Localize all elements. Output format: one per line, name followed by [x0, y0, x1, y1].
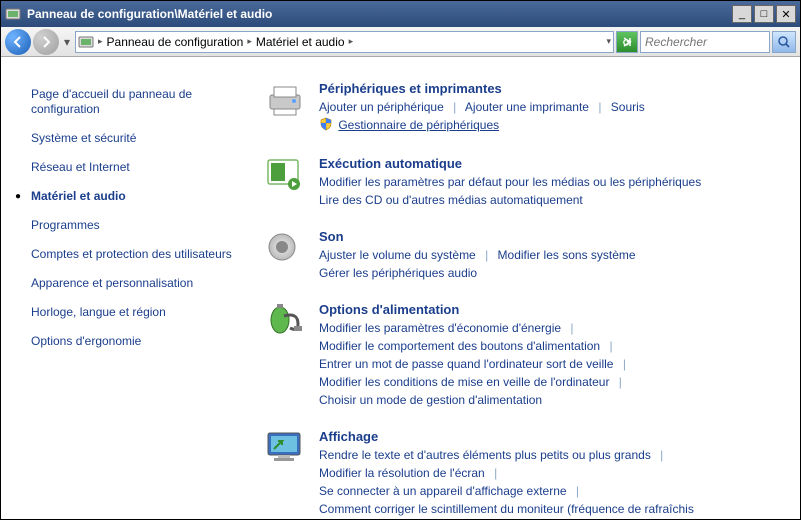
- display-icon: [261, 429, 309, 469]
- link-display-external[interactable]: Se connecter à un appareil d'affichage e…: [319, 484, 567, 498]
- close-button[interactable]: ✕: [776, 5, 796, 23]
- sidebar-item-appearance[interactable]: Apparence et personnalisation: [31, 276, 241, 291]
- sidebar-item-clock-language[interactable]: Horloge, langue et région: [31, 305, 241, 320]
- content-area: Page d'accueil du panneau de configurati…: [1, 57, 800, 519]
- control-panel-icon: [5, 6, 21, 22]
- svg-text:⟳: ⟳: [623, 38, 632, 49]
- link-power-plan[interactable]: Choisir un mode de gestion d'alimentatio…: [319, 393, 542, 407]
- back-button[interactable]: [5, 29, 31, 55]
- category-title-sound[interactable]: Son: [319, 229, 780, 244]
- breadcrumb-separator[interactable]: ▸: [98, 36, 103, 47]
- titlebar: Panneau de configuration\Matériel et aud…: [1, 1, 800, 27]
- link-autoplay-cds[interactable]: Lire des CD ou d'autres médias automatiq…: [319, 193, 583, 207]
- link-volume[interactable]: Ajuster le volume du système: [319, 248, 476, 262]
- category-devices: Périphériques et imprimantes Ajouter un …: [261, 81, 780, 136]
- link-separator: |: [619, 375, 622, 389]
- search-button[interactable]: [772, 31, 796, 53]
- sidebar: Page d'accueil du panneau de configurati…: [1, 57, 251, 519]
- maximize-button[interactable]: □: [754, 5, 774, 23]
- sidebar-item-system-security[interactable]: Système et sécurité: [31, 131, 241, 146]
- link-separator: |: [576, 484, 579, 498]
- control-panel-breadcrumb-icon: [78, 34, 94, 50]
- link-separator: |: [485, 248, 488, 262]
- link-audio-devices[interactable]: Gérer les périphériques audio: [319, 266, 477, 280]
- link-separator: |: [660, 448, 663, 462]
- breadcrumb-item-1[interactable]: Panneau de configuration: [107, 35, 244, 49]
- address-dropdown[interactable]: ▾: [606, 36, 611, 47]
- link-system-sounds[interactable]: Modifier les sons système: [498, 248, 636, 262]
- window-title: Panneau de configuration\Matériel et aud…: [27, 7, 730, 21]
- autoplay-icon: [261, 156, 309, 196]
- search-input[interactable]: [641, 35, 769, 49]
- breadcrumb-separator[interactable]: ▸: [247, 36, 252, 47]
- category-title-autoplay[interactable]: Exécution automatique: [319, 156, 780, 171]
- link-display-flicker[interactable]: Comment corriger le scintillement du mon…: [319, 502, 694, 516]
- link-separator: |: [453, 100, 456, 114]
- sidebar-item-accounts[interactable]: Comptes et protection des utilisateurs: [31, 247, 241, 262]
- category-title-power[interactable]: Options d'alimentation: [319, 302, 780, 317]
- link-separator: |: [623, 357, 626, 371]
- address-bar[interactable]: ▸ Panneau de configuration ▸ Matériel et…: [75, 31, 614, 53]
- link-separator: |: [570, 321, 573, 335]
- sidebar-item-home[interactable]: Page d'accueil du panneau de configurati…: [31, 87, 241, 117]
- link-add-device[interactable]: Ajouter un périphérique: [319, 100, 444, 114]
- link-mouse[interactable]: Souris: [611, 100, 645, 114]
- link-separator: |: [494, 466, 497, 480]
- sidebar-item-ease-of-access[interactable]: Options d'ergonomie: [31, 334, 241, 349]
- category-title-display[interactable]: Affichage: [319, 429, 780, 444]
- search-box[interactable]: [640, 31, 770, 53]
- link-power-sleep[interactable]: Modifier les conditions de mise en veill…: [319, 375, 609, 389]
- category-autoplay: Exécution automatique Modifier les param…: [261, 156, 780, 209]
- category-sound: Son Ajuster le volume du système | Modif…: [261, 229, 780, 282]
- link-add-printer[interactable]: Ajouter une imprimante: [465, 100, 589, 114]
- minimize-button[interactable]: _: [732, 5, 752, 23]
- navbar: ▾ ▸ Panneau de configuration ▸ Matériel …: [1, 27, 800, 57]
- breadcrumb-separator[interactable]: ▸: [349, 36, 354, 47]
- link-separator: |: [598, 100, 601, 114]
- link-power-password[interactable]: Entrer un mot de passe quand l'ordinateu…: [319, 357, 613, 371]
- history-dropdown[interactable]: ▾: [61, 35, 73, 49]
- shield-icon: [319, 117, 333, 136]
- category-power: Options d'alimentation Modifier les para…: [261, 302, 780, 409]
- breadcrumb-item-2[interactable]: Matériel et audio: [256, 35, 345, 49]
- sidebar-item-network[interactable]: Réseau et Internet: [31, 160, 241, 175]
- link-autoplay-defaults[interactable]: Modifier les paramètres par défaut pour …: [319, 175, 701, 189]
- link-display-resolution[interactable]: Modifier la résolution de l'écran: [319, 466, 485, 480]
- sidebar-item-hardware-audio[interactable]: Matériel et audio: [31, 189, 241, 204]
- refresh-button[interactable]: ⟳: [616, 31, 638, 53]
- sound-icon: [261, 229, 309, 269]
- link-power-buttons[interactable]: Modifier le comportement des boutons d'a…: [319, 339, 600, 353]
- main-panel: Périphériques et imprimantes Ajouter un …: [251, 57, 800, 519]
- power-icon: [261, 302, 309, 342]
- link-display-textsize[interactable]: Rendre le texte et d'autres éléments plu…: [319, 448, 651, 462]
- link-device-manager[interactable]: Gestionnaire de périphériques: [338, 118, 499, 132]
- category-title-devices[interactable]: Périphériques et imprimantes: [319, 81, 780, 96]
- category-display: Affichage Rendre le texte et d'autres él…: [261, 429, 780, 518]
- devices-printers-icon: [261, 81, 309, 121]
- sidebar-item-programs[interactable]: Programmes: [31, 218, 241, 233]
- forward-button[interactable]: [33, 29, 59, 55]
- link-power-eco[interactable]: Modifier les paramètres d'économie d'éne…: [319, 321, 561, 335]
- link-separator: |: [609, 339, 612, 353]
